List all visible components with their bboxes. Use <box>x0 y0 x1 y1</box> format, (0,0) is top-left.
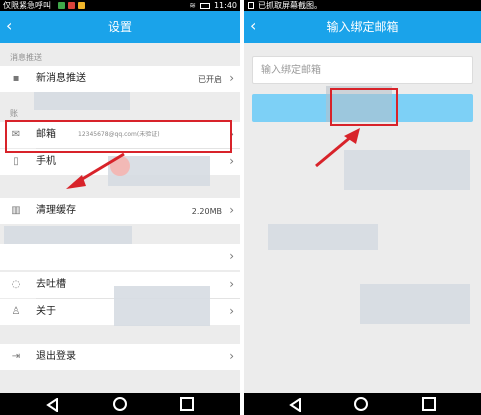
email-input-field[interactable] <box>252 56 473 84</box>
row-value: 已开启 <box>198 75 222 84</box>
row-new-message-push[interactable]: ▪ 新消息推送 已开启 › <box>0 66 240 92</box>
row-value: 12345678@qq.com(未验证) <box>78 131 160 138</box>
touch-indicator <box>110 156 130 176</box>
phone-icon: ▯ <box>13 156 19 167</box>
row-logout[interactable]: ⇥ 退出登录 › <box>0 344 240 370</box>
chat-icon: ◌ <box>11 279 21 290</box>
nav-recent-icon[interactable] <box>180 397 194 411</box>
row-label: 新消息推送 <box>36 73 86 84</box>
row-value: 2.20MB <box>191 207 222 216</box>
nav-back-icon[interactable] <box>289 397 303 413</box>
redacted-area <box>114 286 210 326</box>
bind-email-screen: 已抓取屏幕截图。 ‹ 输入绑定邮箱 <box>244 0 481 415</box>
user-icon: ♙ <box>11 306 21 317</box>
row-email[interactable]: ✉ 邮箱 12345678@qq.com(未验证) › <box>0 122 240 148</box>
page-title: 输入绑定邮箱 <box>326 20 399 34</box>
chevron-right-icon: › <box>229 203 234 217</box>
redacted-area <box>344 150 470 190</box>
exit-icon: ⇥ <box>11 351 21 362</box>
section-label-account: 账 <box>10 109 18 118</box>
clock: 11:40 <box>213 1 237 10</box>
nav-home-icon[interactable] <box>354 397 368 411</box>
nav-home-icon[interactable] <box>113 397 127 411</box>
row-label: 清理缓存 <box>36 205 76 216</box>
title-bar: ‹ 输入绑定邮箱 <box>244 11 481 43</box>
nav-recent-icon[interactable] <box>422 397 436 411</box>
notification-text: 已抓取屏幕截图。 <box>258 1 322 10</box>
section-label-notify: 消息推送 <box>10 53 42 62</box>
wifi-icon: ≋ <box>189 1 196 10</box>
status-bar: 仅限紧急呼叫 ≋ 11:40 <box>0 0 240 11</box>
battery-icon <box>199 2 210 9</box>
app-notification-icons <box>58 2 85 9</box>
redacted-area <box>4 226 132 244</box>
notification-icon: ▪ <box>12 73 20 84</box>
nav-bar <box>244 393 481 415</box>
chevron-right-icon: › <box>229 127 234 141</box>
trash-icon: ▥ <box>11 205 21 216</box>
chevron-right-icon: › <box>229 249 234 263</box>
screenshot-icon <box>248 2 254 9</box>
settings-screen: 仅限紧急呼叫 ≋ 11:40 ‹ 设置 消息推送 ▪ 新消息推送 已开启 › 账… <box>0 0 240 415</box>
redacted-area <box>360 284 470 324</box>
nav-bar <box>0 393 240 415</box>
chevron-right-icon: › <box>229 349 234 363</box>
redacted-area <box>268 224 378 250</box>
row-label: 关于 <box>36 306 56 317</box>
row-hidden[interactable]: › <box>0 244 240 270</box>
row-label: 邮箱 <box>36 129 56 140</box>
chevron-right-icon: › <box>229 71 234 85</box>
redacted-area <box>326 86 392 122</box>
row-label: 退出登录 <box>36 351 76 362</box>
row-clear-cache[interactable]: ▥ 清理缓存 2.20MB › <box>0 198 240 224</box>
system-tray: ≋ 11:40 <box>189 0 237 11</box>
nav-back-icon[interactable] <box>46 397 60 413</box>
redacted-area <box>34 92 130 110</box>
chevron-right-icon: › <box>229 154 234 168</box>
title-bar: ‹ 设置 <box>0 11 240 43</box>
email-input[interactable] <box>253 57 472 83</box>
row-label: 去吐槽 <box>36 279 66 290</box>
row-label: 手机 <box>36 156 56 167</box>
mail-icon: ✉ <box>11 129 21 140</box>
chevron-right-icon: › <box>229 277 234 291</box>
carrier-label: 仅限紧急呼叫 <box>3 1 51 10</box>
chevron-right-icon: › <box>229 304 234 318</box>
page-title: 设置 <box>107 20 132 34</box>
status-bar: 已抓取屏幕截图。 <box>244 0 481 11</box>
